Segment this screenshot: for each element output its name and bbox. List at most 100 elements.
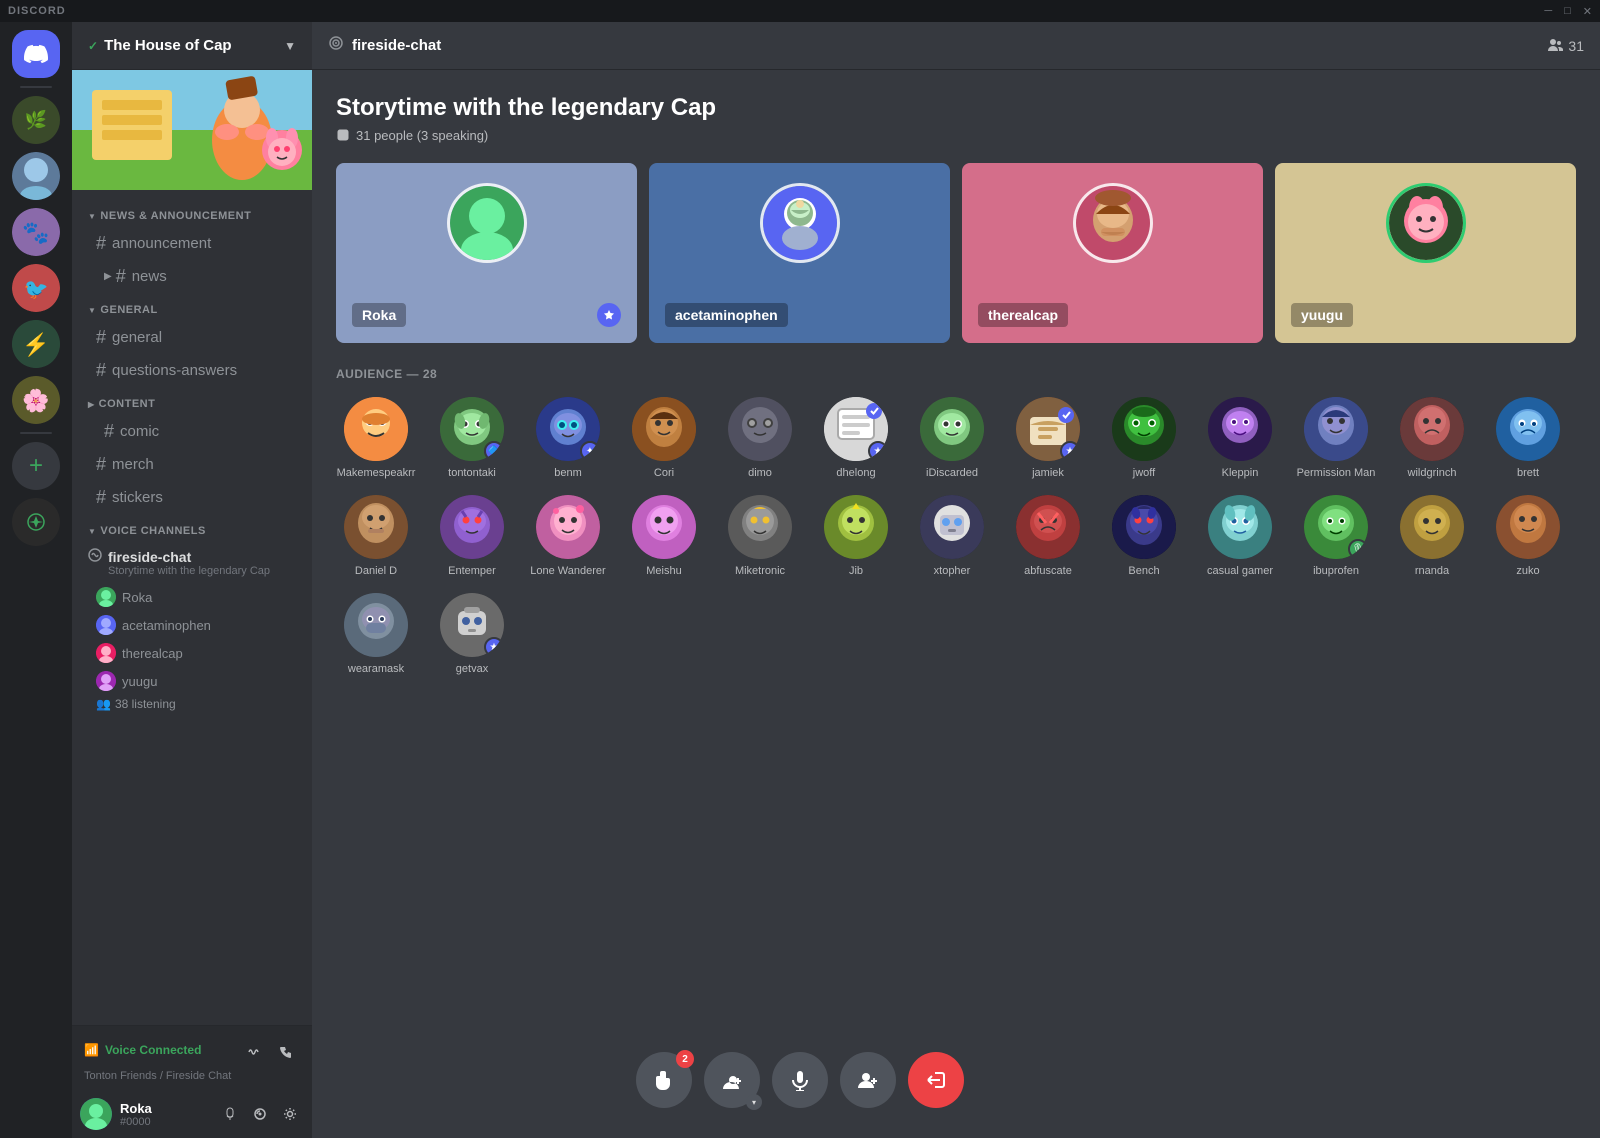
user-actions (216, 1100, 304, 1128)
speaker-card-therealcap[interactable]: therealcap (962, 163, 1263, 343)
main-content: fireside-chat 31 Storytime with the lege… (312, 22, 1600, 1138)
audience-member-tontontaki[interactable]: 🔷 tontontaki (432, 397, 512, 479)
audience-member-xtopher[interactable]: xtopher (912, 495, 992, 577)
stage-title: Storytime with the legendary Cap (336, 94, 1576, 122)
explore-servers-button[interactable] (12, 498, 60, 546)
audience-member-jwoff[interactable]: jwoff (1104, 397, 1184, 479)
channel-news[interactable]: ▶ # news (80, 260, 304, 292)
audience-member-permission-man[interactable]: Permission Man (1296, 397, 1376, 479)
channel-merch[interactable]: # merch (80, 448, 304, 480)
vc-phone-button[interactable] (272, 1038, 300, 1066)
speaker-card-yuugu[interactable]: yuugu (1275, 163, 1576, 343)
app-title: DISCORD (8, 5, 66, 17)
speaker-card-roka[interactable]: Roka (336, 163, 637, 343)
audience-member-ibuprofen[interactable]: 🎙 ibuprofen (1296, 495, 1376, 577)
category-news-announcement[interactable]: ▼ NEWS & ANNOUNCEMENT (72, 206, 312, 226)
close-button[interactable]: ✕ (1583, 5, 1592, 18)
settings-button[interactable] (276, 1100, 304, 1128)
category-content[interactable]: ▶ CONTENT (72, 394, 312, 414)
category-general[interactable]: ▼ GENERAL (72, 300, 312, 320)
audience-member-meishu[interactable]: Meishu (624, 495, 704, 577)
audience-member-bench[interactable]: Bench (1104, 495, 1184, 577)
audience-member-dimo[interactable]: dimo (720, 397, 800, 479)
voice-member-acetaminophen[interactable]: acetaminophen (88, 611, 304, 639)
server-icon-5[interactable]: ⚡ (12, 320, 60, 368)
voice-member-roka[interactable]: Roka (88, 583, 304, 611)
audience-member-jamiek[interactable]: ★ jamiek (1008, 397, 1088, 479)
server-icon-1[interactable]: 🌿 (12, 96, 60, 144)
category-label: VOICE CHANNELS (100, 525, 205, 537)
add-server-button[interactable]: + (12, 442, 60, 490)
radio-icon (328, 35, 344, 56)
speaker-name-acetaminophen: acetaminophen (665, 303, 788, 327)
audience-member-wearamask[interactable]: wearamask (336, 593, 416, 675)
audience-member-name: Meishu (646, 565, 681, 577)
audience-member-kleppin[interactable]: Kleppin (1200, 397, 1280, 479)
channel-stickers[interactable]: # stickers (80, 481, 304, 513)
svg-text:🌸: 🌸 (22, 388, 49, 413)
audience-member-lone-wanderer[interactable]: Lone Wanderer (528, 495, 608, 577)
speaker-name-therealcap: therealcap (978, 303, 1068, 327)
audience-member-brett[interactable]: brett (1488, 397, 1568, 479)
audience-member-name: Entemper (448, 565, 496, 577)
speaker-card-acetaminophen[interactable]: acetaminophen (649, 163, 950, 343)
server-header[interactable]: ✓ The House of Cap ▼ (72, 22, 312, 70)
vc-wave-button[interactable] (240, 1038, 268, 1066)
server-icon-6[interactable]: 🌸 (12, 376, 60, 424)
svg-text:⚡: ⚡ (22, 332, 49, 358)
audience-member-name: casual gamer (1207, 565, 1273, 577)
mute-button[interactable] (216, 1100, 244, 1128)
server-icon-3[interactable]: 🐾 (12, 208, 60, 256)
audience-member-name: zuko (1516, 565, 1539, 577)
audience-member-abfuscate[interactable]: abfuscate (1008, 495, 1088, 577)
avatar (1208, 397, 1272, 461)
voice-member-yuugu[interactable]: yuugu (88, 667, 304, 695)
leave-stage-button[interactable] (908, 1052, 964, 1108)
audience-member-cori[interactable]: Cori (624, 397, 704, 479)
deafen-button[interactable] (246, 1100, 274, 1128)
audience-member-idiscarded[interactable]: iDiscarded (912, 397, 992, 479)
add-speaker-button[interactable] (840, 1052, 896, 1108)
audience-member-entemper[interactable]: Entemper (432, 495, 512, 577)
voice-channel-header[interactable]: fireside-chat Storytime with the legenda… (80, 542, 304, 583)
audience-member-benm[interactable]: ✦ benm (528, 397, 608, 479)
people-icon: 👥 (96, 697, 111, 711)
server-banner-image (72, 70, 312, 190)
server-icon-4[interactable]: 🐦 (12, 264, 60, 312)
raise-hand-button[interactable]: 2 (636, 1052, 692, 1108)
audience-member-getvax[interactable]: ★ getvax (432, 593, 512, 675)
audience-member-jib[interactable]: Jib (816, 495, 896, 577)
avatar: ★ (440, 593, 504, 657)
channel-comic[interactable]: # comic (80, 415, 304, 447)
discord-home-button[interactable] (12, 30, 60, 78)
audience-member-name: ibuprofen (1313, 565, 1359, 577)
invite-button[interactable]: ▾ (704, 1052, 760, 1108)
server-banner (72, 70, 312, 190)
audience-member-dhelong[interactable]: ★ dhelong (816, 397, 896, 479)
avatar: ✦ (536, 397, 600, 461)
minimize-button[interactable]: ─ (1544, 5, 1552, 18)
server-icon-2[interactable] (12, 152, 60, 200)
audience-member-casual-gamer[interactable]: casual gamer (1200, 495, 1280, 577)
audience-member-makemespeakrr[interactable]: Makemespeakrr (336, 397, 416, 479)
audience-member-name: Cori (654, 467, 674, 479)
audience-member-name: benm (554, 467, 582, 479)
audience-member-rnanda[interactable]: rnanda (1392, 495, 1472, 577)
hash-icon: # (96, 233, 106, 254)
voice-member-therealcap[interactable]: therealcap (88, 639, 304, 667)
audience-member-daniel-d[interactable]: Daniel D (336, 495, 416, 577)
mic-button[interactable] (772, 1052, 828, 1108)
channel-announcement[interactable]: # announcement (80, 227, 304, 259)
channel-questions-answers[interactable]: # questions-answers (80, 354, 304, 386)
audience-member-zuko[interactable]: zuko (1488, 495, 1568, 577)
avatar (1496, 495, 1560, 559)
audience-member-wildgrinch[interactable]: wildgrinch (1392, 397, 1472, 479)
avatar (96, 671, 116, 691)
maximize-button[interactable]: □ (1564, 5, 1571, 18)
speaker-avatar-wrapper (982, 183, 1243, 275)
audience-member-miketronic[interactable]: Miketronic (720, 495, 800, 577)
channel-general[interactable]: # general (80, 321, 304, 353)
avatar (1400, 495, 1464, 559)
category-voice-channels[interactable]: ▼ VOICE CHANNELS (72, 521, 312, 541)
audience-member-name: Kleppin (1222, 467, 1259, 479)
